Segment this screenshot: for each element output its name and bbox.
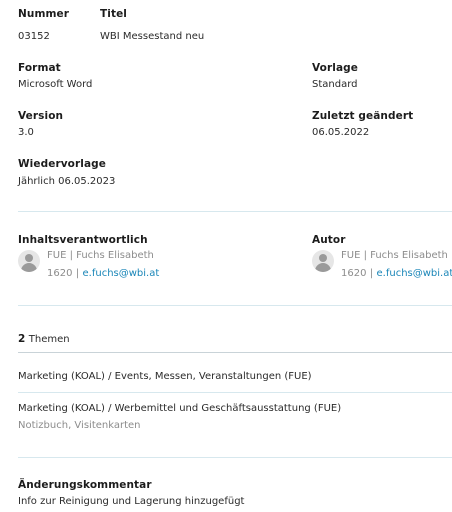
version-label: Version (18, 110, 64, 122)
wiedervorlage-value: Jährlich 06.05.2023 (18, 176, 116, 187)
topics-header-divider (18, 352, 452, 353)
aenderungskommentar-value: Info zur Reinigung und Lagerung hinzugef… (18, 496, 245, 507)
format-value: Microsoft Word (18, 79, 93, 90)
topic-item-title[interactable]: Marketing (KOAL) / Werbemittel und Gesch… (18, 403, 341, 414)
zuletzt-geaendert-value: 06.05.2022 (312, 127, 370, 138)
zuletzt-geaendert-label: Zuletzt geändert (312, 110, 414, 122)
responsible-phone: 1620 (47, 268, 73, 279)
aenderungskommentar-label: Änderungskommentar (18, 479, 152, 491)
author-email-link[interactable]: e.fuchs@wbi.at (377, 268, 452, 279)
autor-label: Autor (312, 234, 346, 246)
titel-label: Titel (100, 8, 128, 20)
inhaltsverantwortlich-label: Inhaltsverantwortlich (18, 234, 148, 246)
divider (18, 457, 452, 458)
vorlage-value: Standard (312, 79, 358, 90)
topic-item-title[interactable]: Marketing (KOAL) / Events, Messen, Veran… (18, 371, 312, 382)
contact-separator: | (369, 268, 374, 279)
responsible-contact: 1620 | e.fuchs@wbi.at (47, 267, 159, 279)
topics-count: 2 (18, 333, 26, 345)
nummer-label: Nummer (18, 8, 70, 20)
divider (18, 392, 452, 393)
format-label: Format (18, 62, 61, 74)
topics-header: 2 Themen (18, 333, 70, 345)
author-name: FUE | Fuchs Elisabeth (341, 250, 448, 261)
contact-separator: | (75, 268, 80, 279)
titel-value: WBI Messestand neu (100, 31, 205, 42)
divider (18, 211, 452, 212)
author-contact: 1620 | e.fuchs@wbi.at (341, 267, 452, 279)
author-phone: 1620 (341, 268, 367, 279)
avatar-icon (18, 250, 40, 272)
responsible-name: FUE | Fuchs Elisabeth (47, 250, 154, 261)
vorlage-label: Vorlage (312, 62, 358, 74)
responsible-email-link[interactable]: e.fuchs@wbi.at (83, 268, 160, 279)
version-value: 3.0 (18, 127, 34, 138)
nummer-value: 03152 (18, 31, 50, 42)
topic-item-subtitle: Notizbuch, Visitenkarten (18, 420, 141, 431)
wiedervorlage-label: Wiedervorlage (18, 158, 106, 170)
divider (18, 305, 452, 306)
avatar-icon (312, 250, 334, 272)
topics-count-label: Themen (28, 334, 70, 345)
